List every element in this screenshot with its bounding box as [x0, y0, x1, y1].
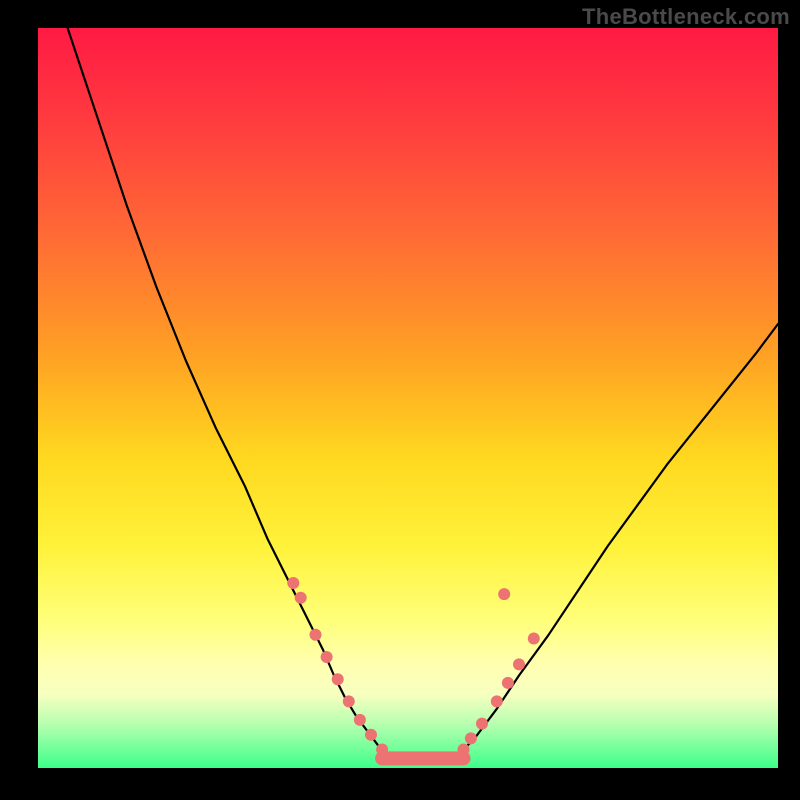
right-curve — [456, 324, 778, 757]
marker-dots — [287, 577, 540, 756]
chart-svg — [38, 28, 778, 768]
left-curve — [68, 28, 390, 757]
chart-frame: TheBottleneck.com — [0, 0, 800, 800]
plot-area — [38, 28, 778, 768]
watermark-text: TheBottleneck.com — [582, 4, 790, 30]
